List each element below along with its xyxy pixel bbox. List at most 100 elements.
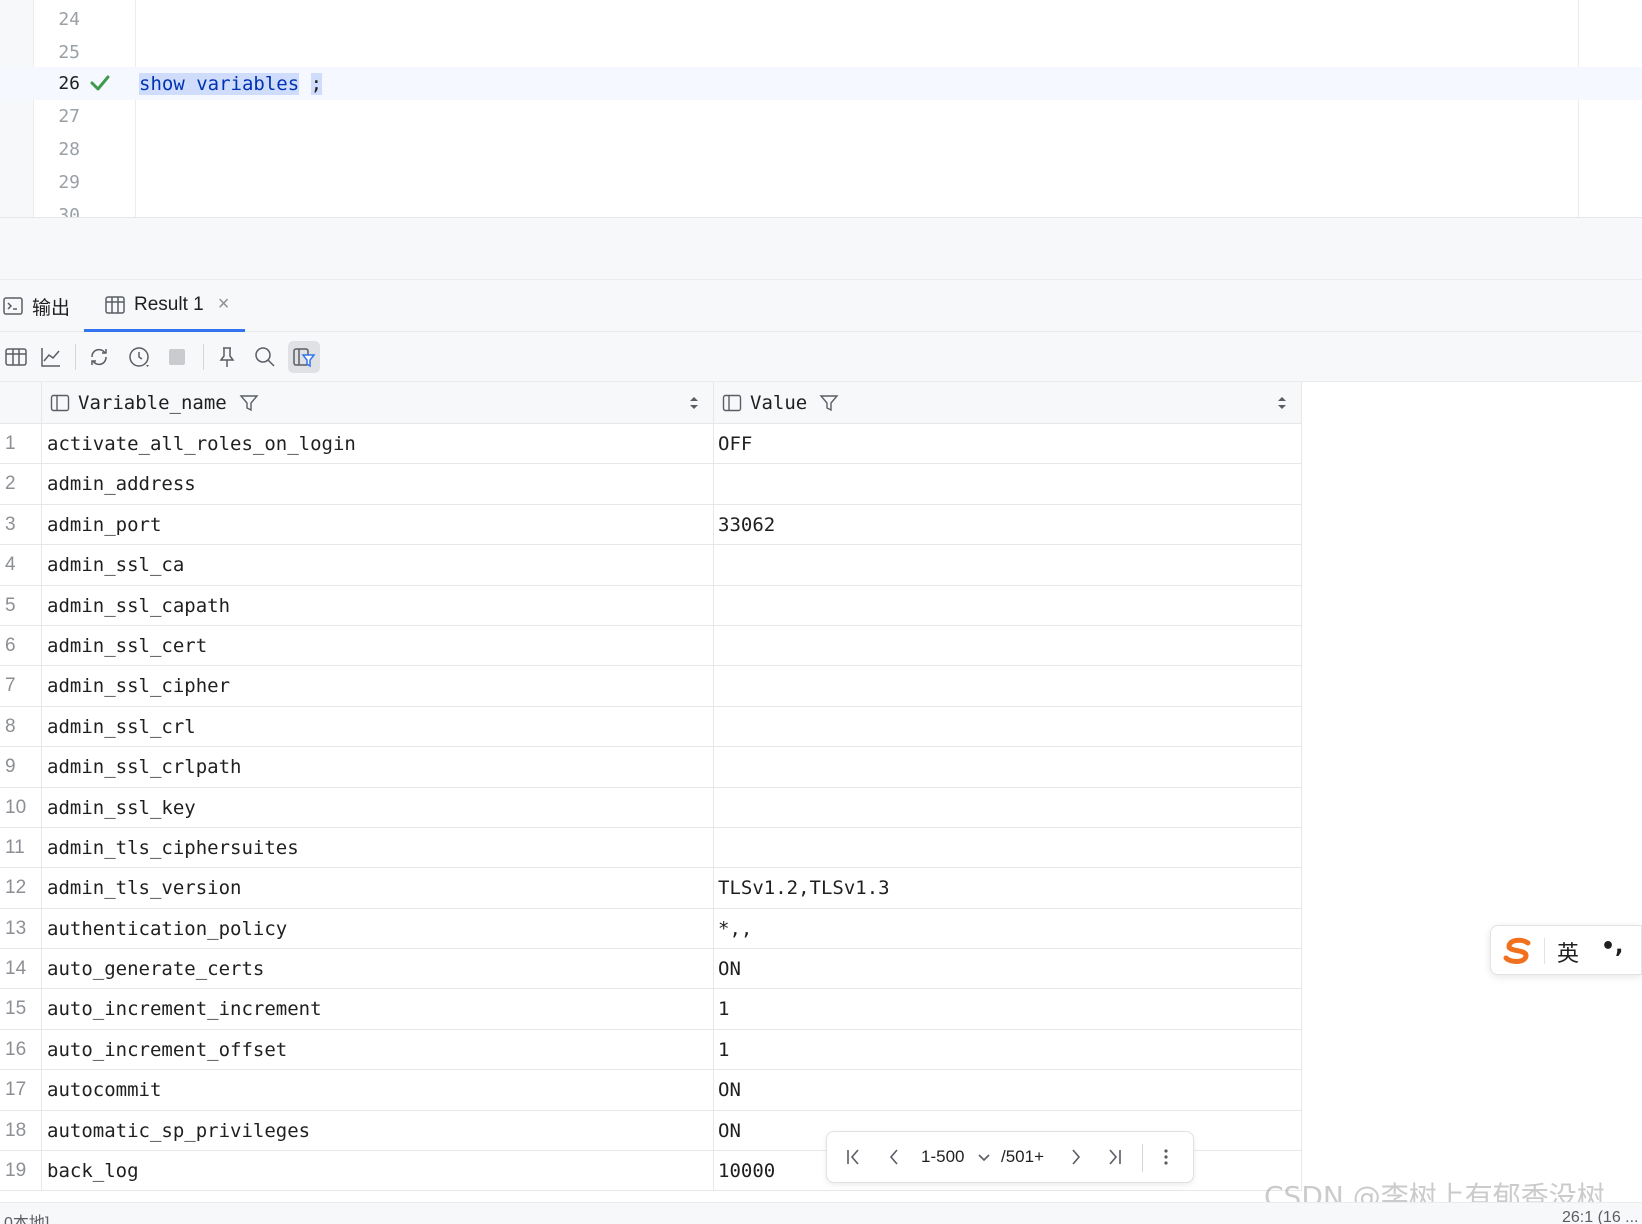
row-number: 9 xyxy=(0,747,42,788)
cell-variable-name[interactable]: autocommit xyxy=(42,1070,714,1111)
table-row[interactable]: 11 admin_tls_ciphersuites xyxy=(0,827,1302,869)
table-row[interactable]: 5 admin_ssl_capath xyxy=(0,585,1302,626)
cell-value[interactable] xyxy=(714,827,1302,868)
sort-icon[interactable] xyxy=(689,395,699,411)
table-row[interactable]: 6 admin_ssl_cert xyxy=(0,625,1302,667)
cell-value[interactable]: 1 xyxy=(714,1029,1302,1070)
pin-tab-button[interactable] xyxy=(211,341,243,373)
editor-line[interactable]: 24 xyxy=(0,3,1642,36)
cell-variable-name[interactable]: admin_tls_version xyxy=(42,868,714,909)
cell-value[interactable] xyxy=(714,545,1302,586)
filter-icon[interactable] xyxy=(819,393,839,413)
checkmark-icon xyxy=(90,75,110,91)
sort-icon[interactable] xyxy=(1277,395,1287,411)
cell-value[interactable] xyxy=(714,706,1302,747)
row-number: 4 xyxy=(0,545,42,586)
cell-variable-name[interactable]: admin_ssl_capath xyxy=(42,585,714,626)
table-row[interactable]: 1 activate_all_roles_on_login OFF xyxy=(0,424,1302,465)
chart-view-button[interactable] xyxy=(35,341,67,373)
search-button[interactable] xyxy=(249,341,281,373)
results-grid[interactable]: Variable_name Value 1 activate_all_roles… xyxy=(0,382,1302,1192)
cell-value[interactable] xyxy=(714,625,1302,666)
cell-value[interactable]: ON xyxy=(714,949,1302,990)
cell-variable-name[interactable]: activate_all_roles_on_login xyxy=(42,424,714,464)
sql-statement[interactable]: show variables ; xyxy=(139,71,323,97)
cell-variable-name[interactable]: admin_ssl_cert xyxy=(42,625,714,666)
previous-page-icon[interactable] xyxy=(883,1146,905,1168)
editor-line[interactable]: 25 xyxy=(0,36,1642,94)
refresh-button[interactable] xyxy=(83,341,115,373)
ime-language-toggle[interactable]: 英 xyxy=(1557,936,1579,968)
page-range-select[interactable]: 1-500 xyxy=(921,1146,964,1168)
editor-line[interactable]: 29 xyxy=(0,166,1642,199)
cell-value[interactable] xyxy=(714,666,1302,707)
cell-variable-name[interactable]: admin_ssl_crlpath xyxy=(42,747,714,788)
cell-value[interactable]: 1 xyxy=(714,989,1302,1030)
last-page-icon[interactable] xyxy=(1103,1146,1125,1168)
column-header-variable-name[interactable]: Variable_name xyxy=(42,382,714,424)
table-row[interactable]: 8 admin_ssl_crl xyxy=(0,706,1302,748)
table-row[interactable]: 14 auto_generate_certs ON xyxy=(0,949,1302,990)
cell-variable-name[interactable]: admin_ssl_cipher xyxy=(42,666,714,707)
row-number: 18 xyxy=(0,1110,42,1151)
cell-value[interactable] xyxy=(714,747,1302,788)
table-row[interactable]: 4 admin_ssl_ca xyxy=(0,545,1302,586)
chevron-down-icon[interactable] xyxy=(973,1146,995,1168)
row-number: 17 xyxy=(0,1070,42,1111)
cell-variable-name[interactable]: admin_port xyxy=(42,504,714,545)
table-row[interactable]: 2 admin_address xyxy=(0,464,1302,505)
cursor-position[interactable]: 26:1 (16 ... xyxy=(1562,1209,1639,1224)
cell-value[interactable]: ON xyxy=(714,1070,1302,1111)
table-view-button[interactable] xyxy=(0,341,32,373)
ime-punctuation-toggle[interactable]: •, xyxy=(1601,934,1623,959)
filter-icon[interactable] xyxy=(239,393,259,413)
cell-variable-name[interactable]: admin_ssl_ca xyxy=(42,545,714,586)
column-header-value[interactable]: Value xyxy=(714,382,1302,424)
first-page-icon[interactable] xyxy=(843,1146,865,1168)
table-row[interactable]: 3 admin_port 33062 xyxy=(0,504,1302,546)
table-row[interactable]: 12 admin_tls_version TLSv1.2,TLSv1.3 xyxy=(0,868,1302,909)
tab-output[interactable]: 输出 xyxy=(2,280,70,332)
cell-value[interactable]: 33062 xyxy=(714,504,1302,545)
close-icon[interactable]: × xyxy=(218,293,230,316)
cell-variable-name[interactable]: auto_increment_increment xyxy=(42,989,714,1030)
cell-variable-name[interactable]: admin_tls_ciphersuites xyxy=(42,827,714,868)
cell-value[interactable]: OFF xyxy=(714,424,1302,464)
cell-variable-name[interactable]: auto_increment_offset xyxy=(42,1029,714,1070)
tab-result-1[interactable]: Result 1 × xyxy=(84,280,246,332)
cell-value[interactable] xyxy=(714,464,1302,505)
sql-terminator: ; xyxy=(310,73,323,95)
cell-variable-name[interactable]: auto_generate_certs xyxy=(42,949,714,990)
toolbar-separator xyxy=(203,344,204,370)
cell-value[interactable]: TLSv1.2,TLSv1.3 xyxy=(714,868,1302,909)
cell-value[interactable] xyxy=(714,585,1302,626)
cell-variable-name[interactable]: back_log xyxy=(42,1151,714,1192)
panel-splitter[interactable] xyxy=(0,218,1642,280)
editor-line[interactable]: 28 xyxy=(0,133,1642,166)
cell-variable-name[interactable]: admin_address xyxy=(42,464,714,505)
next-page-icon[interactable] xyxy=(1065,1146,1087,1168)
table-row[interactable]: 16 auto_increment_offset 1 xyxy=(0,1029,1302,1071)
table-row[interactable]: 7 admin_ssl_cipher xyxy=(0,666,1302,707)
filter-panel-button[interactable] xyxy=(288,341,320,373)
cell-variable-name[interactable]: authentication_policy xyxy=(42,908,714,949)
table-row[interactable]: 10 admin_ssl_key xyxy=(0,787,1302,828)
cell-variable-name[interactable]: admin_ssl_key xyxy=(42,787,714,828)
editor-line-current[interactable]: 26 show variables ; xyxy=(0,67,1642,100)
cell-variable-name[interactable]: automatic_sp_privileges xyxy=(42,1110,714,1151)
stop-button[interactable] xyxy=(161,341,193,373)
editor-line[interactable]: 30 xyxy=(0,199,1642,217)
table-row[interactable]: 17 autocommit ON xyxy=(0,1070,1302,1111)
table-row[interactable]: 15 auto_increment_increment 1 xyxy=(0,989,1302,1030)
more-options-icon[interactable] xyxy=(1155,1146,1177,1168)
history-button[interactable] xyxy=(123,341,155,373)
table-row[interactable]: 13 authentication_policy *,, xyxy=(0,908,1302,950)
editor-line[interactable]: 27 xyxy=(0,100,1642,133)
sql-editor[interactable]: 24 25 26 show variables ; 27 28 29 30 xyxy=(0,0,1642,218)
cell-value[interactable]: *,, xyxy=(714,908,1302,949)
cell-value[interactable] xyxy=(714,787,1302,828)
ime-toolbar[interactable]: 英 •, xyxy=(1490,925,1642,975)
cell-variable-name[interactable]: admin_ssl_crl xyxy=(42,706,714,747)
sogou-logo-icon[interactable] xyxy=(1501,936,1535,966)
table-row[interactable]: 9 admin_ssl_crlpath xyxy=(0,747,1302,788)
